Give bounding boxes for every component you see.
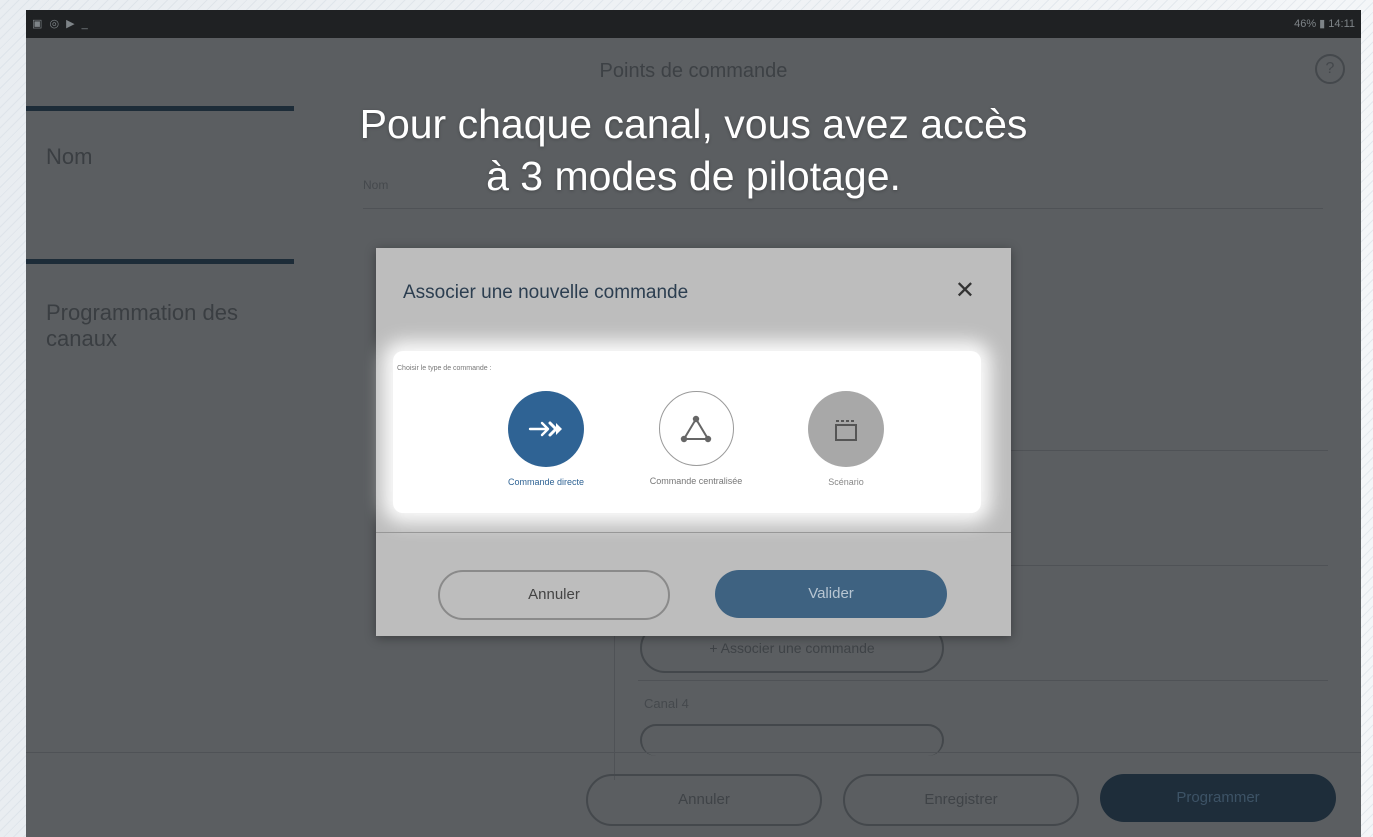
overlay-caption: Pour chaque canal, vous avez accès à 3 m… <box>26 98 1361 202</box>
sidebar-item-programmation[interactable]: Programmation des canaux <box>46 300 246 352</box>
mode-direct-label: Commande directe <box>507 477 585 487</box>
choose-type-label: Choisir le type de commande : <box>397 365 492 372</box>
dialog-title: Associer une nouvelle commande <box>403 282 689 303</box>
footer-save-button[interactable]: Enregistrer <box>843 774 1079 826</box>
clapperboard-icon <box>808 391 884 467</box>
row-divider <box>638 680 1328 681</box>
page-title: Points de commande <box>599 60 788 82</box>
mode-direct-command[interactable]: Commande directe <box>486 391 606 488</box>
mode-chooser-panel: Choisir le type de commande : Commande d… <box>393 351 981 513</box>
mode-scenario[interactable]: Scénario <box>786 391 906 488</box>
dialog-divider <box>376 532 1011 533</box>
close-icon[interactable]: ✕ <box>955 276 975 305</box>
overlay-caption-line1: Pour chaque canal, vous avez accès <box>359 101 1028 147</box>
help-icon[interactable]: ? <box>1315 54 1345 84</box>
mode-scenario-label: Scénario <box>828 477 864 487</box>
canal-4-label: Canal 4 <box>644 696 689 711</box>
mode-centralized-command[interactable]: Commande centralisée <box>636 391 756 487</box>
associate-command-dialog: Associer une nouvelle commande ✕ Choisir… <box>376 248 1011 636</box>
status-bar: ▣ ◎ ▶ _ 46% ▮ 14:11 <box>26 10 1361 38</box>
status-icons: ▣ ◎ ▶ _ <box>32 18 90 30</box>
mode-centralized-label: Commande centralisée <box>649 476 743 486</box>
footer-program-button[interactable]: Programmer <box>1100 774 1336 822</box>
dialog-cancel-button[interactable]: Annuler <box>438 570 670 620</box>
footer-cancel-button[interactable]: Annuler <box>586 774 822 826</box>
dialog-validate-button[interactable]: Valider <box>715 570 947 618</box>
arrow-right-icon <box>508 391 584 467</box>
tablet-screen: ▣ ◎ ▶ _ 46% ▮ 14:11 Points de commande ?… <box>26 10 1361 837</box>
name-field-underline <box>363 208 1323 209</box>
network-triangle-icon <box>658 391 734 466</box>
status-battery-time: 46% ▮ 14:11 <box>1294 18 1355 30</box>
overlay-caption-line2: à 3 modes de pilotage. <box>486 153 901 199</box>
sidebar-active-bar-2 <box>26 259 294 264</box>
footer-divider <box>26 752 1361 753</box>
